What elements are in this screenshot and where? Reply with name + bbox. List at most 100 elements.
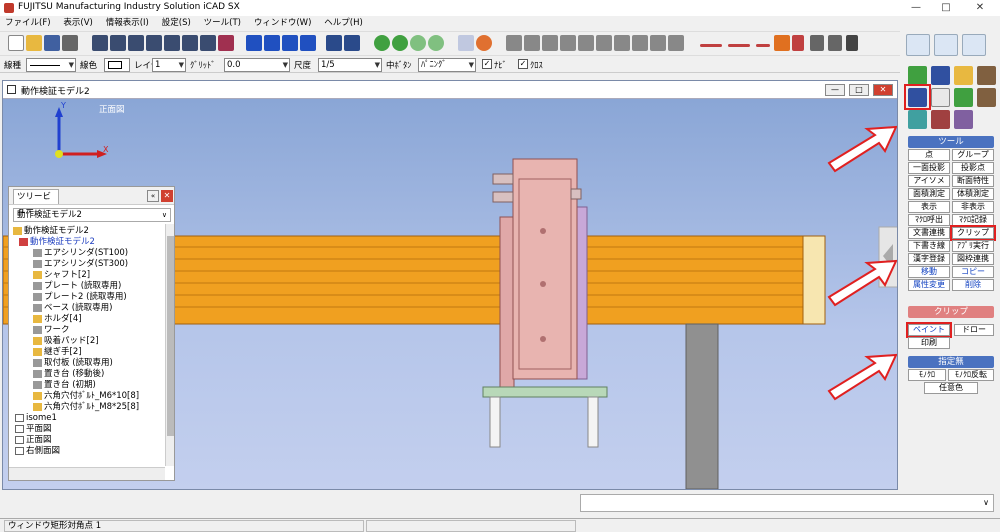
tree-item[interactable]: プレート2 (読取専用) (33, 292, 127, 303)
doc-close-button[interactable]: ✕ (873, 84, 893, 96)
tree-item[interactable]: isome1 (15, 413, 57, 424)
snap-icon-2[interactable] (524, 35, 540, 51)
tree-item[interactable]: ホルダ[4] (33, 314, 82, 325)
tree-item[interactable]: シャフト[2] (33, 270, 90, 281)
mono-invert-button[interactable]: ﾓﾉｸﾛ反転 (948, 369, 994, 381)
tool-button[interactable]: 図枠連携 (952, 253, 994, 265)
view-icon-1[interactable] (92, 35, 108, 51)
tree-item[interactable]: 平面図 (15, 424, 52, 435)
ap-icon[interactable] (774, 35, 790, 51)
snap-cross-icon[interactable] (792, 35, 804, 51)
wrench-icon[interactable] (977, 66, 996, 85)
tool-button[interactable]: グループ (952, 149, 994, 161)
snap-icon-4[interactable] (560, 35, 576, 51)
scale-select[interactable]: 1/5 ▼ (318, 58, 382, 72)
folder-open-icon[interactable] (954, 66, 973, 85)
part-icon[interactable] (476, 35, 492, 51)
tool-button[interactable]: アイソメ (908, 175, 950, 187)
arrow-icon[interactable] (810, 35, 824, 51)
dots-grid-icon[interactable] (846, 35, 858, 51)
cylinder-icon-2[interactable] (392, 35, 408, 51)
menu-file[interactable]: ファイル(F) (0, 16, 56, 30)
grid-select[interactable]: 0.0 ▼ (224, 58, 290, 72)
stack-icon[interactable] (931, 110, 950, 129)
tool-button[interactable]: 体積測定 (952, 188, 994, 200)
print-button[interactable]: 印刷 (908, 337, 950, 349)
menu-view[interactable]: 表示(V) (58, 16, 97, 30)
tree-tab[interactable]: ツリービュー (13, 189, 59, 216)
cross-checkbox[interactable]: ✓ (518, 59, 528, 69)
shape-icon-2[interactable] (264, 35, 280, 51)
tool-button[interactable]: 非表示 (952, 201, 994, 213)
panel-tab-search[interactable] (962, 34, 986, 56)
line-icon-2[interactable] (728, 44, 750, 47)
tool-button[interactable]: 下書き線 (908, 240, 950, 252)
menu-window[interactable]: ウィンドウ(W) (249, 16, 317, 30)
tree-item[interactable]: 継ぎ手[2] (33, 347, 82, 358)
layer-select[interactable]: 1 ▼ (152, 58, 186, 72)
tool-button[interactable]: 点 (908, 149, 950, 161)
middle-button-select[interactable]: ﾊﾟﾆﾝｸﾞ ▼ (418, 58, 476, 72)
tool-button[interactable]: 面積測定 (908, 188, 950, 200)
command-input[interactable]: ∨ (580, 494, 994, 512)
snap-icon-7[interactable] (614, 35, 630, 51)
view-icon-6[interactable] (182, 35, 198, 51)
bolt-icon[interactable] (977, 88, 996, 107)
line-type-select[interactable]: ▼ (26, 58, 76, 72)
tree-item[interactable]: 右側面図 (15, 446, 60, 457)
tree-vertical-scrollbar[interactable] (165, 224, 174, 466)
snap-icon-5[interactable] (578, 35, 594, 51)
tree-item[interactable]: 置き台 (初期) (33, 380, 96, 391)
cylinder-icon-3[interactable] (410, 35, 426, 51)
tree-item[interactable]: 六角穴付ﾎﾞﾙﾄ_M6*10[8] (33, 391, 139, 402)
shape-icon-1[interactable] (246, 35, 262, 51)
undo-icon[interactable] (326, 35, 342, 51)
tree-item[interactable]: 動作検証モデル2 (19, 237, 95, 248)
snap-icon-1[interactable] (506, 35, 522, 51)
panel-tab-2[interactable] (934, 34, 958, 56)
view-icon-5[interactable] (164, 35, 180, 51)
snap-icon-9[interactable] (650, 35, 666, 51)
view-icon-4[interactable] (146, 35, 162, 51)
line-icon-1[interactable] (700, 44, 722, 47)
view-icon-7[interactable] (200, 35, 216, 51)
redo-icon[interactable] (344, 35, 360, 51)
navi-checkbox[interactable]: ✓ (482, 59, 492, 69)
tool-button[interactable]: ﾏｸﾛ呼出 (908, 214, 950, 226)
tool-button[interactable]: 一面投影 (908, 162, 950, 174)
tool-button[interactable]: 断面特性 (952, 175, 994, 187)
tree-icon[interactable] (931, 88, 950, 107)
tool-button[interactable]: 移動 (908, 266, 950, 278)
snap-icon-8[interactable] (632, 35, 648, 51)
tree-item[interactable]: 吸着パッド[2] (33, 336, 99, 347)
tree-horizontal-scrollbar[interactable] (9, 467, 165, 480)
tree-item[interactable]: 置き台 (移動後) (33, 369, 104, 380)
menu-help[interactable]: ヘルプ(H) (319, 16, 368, 30)
layout-icon[interactable] (931, 66, 950, 85)
grid-snap-icon[interactable] (828, 35, 842, 51)
tree-item[interactable]: プレート (読取専用) (33, 281, 121, 292)
search-doc-icon[interactable] (458, 35, 474, 51)
save-icon[interactable] (44, 35, 60, 51)
view-icon-2[interactable] (110, 35, 126, 51)
snap-icon-6[interactable] (596, 35, 612, 51)
shape-icon-4[interactable] (300, 35, 316, 51)
mono-button[interactable]: ﾓﾉｸﾛ (908, 369, 946, 381)
tree-item[interactable]: ワーク (33, 325, 70, 336)
collapse-icon[interactable]: « (147, 190, 159, 202)
view-icon-3[interactable] (128, 35, 144, 51)
check-icon[interactable] (908, 66, 927, 85)
tool-button[interactable]: 表示 (908, 201, 950, 213)
render-icon[interactable] (218, 35, 234, 51)
tool-button[interactable]: 属性変更 (908, 279, 950, 291)
tool-button[interactable]: 漢字登録 (908, 253, 950, 265)
line-color-select[interactable] (104, 58, 130, 72)
tool-button[interactable]: コピー (952, 266, 994, 278)
menu-tools[interactable]: ツール(T) (199, 16, 246, 30)
menu-info[interactable]: 情報表示(I) (101, 16, 154, 30)
close-icon[interactable]: ✕ (161, 190, 173, 202)
shape-icon-3[interactable] (282, 35, 298, 51)
tool-button[interactable]: 削除 (952, 279, 994, 291)
chart-icon[interactable] (908, 110, 927, 129)
tool-button[interactable]: 投影点 (952, 162, 994, 174)
